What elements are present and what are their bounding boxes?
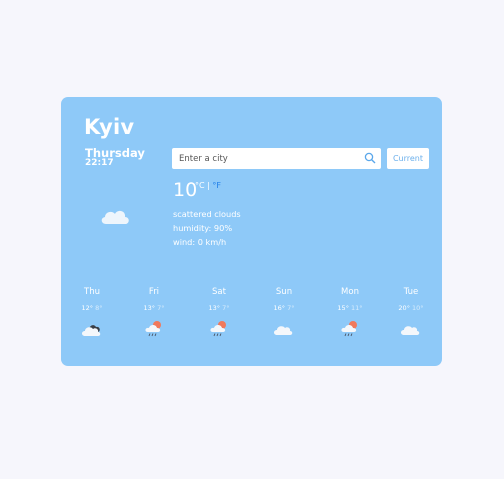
cloud-icon bbox=[274, 326, 293, 335]
forecast-day: Mon 15° 11° bbox=[325, 287, 375, 338]
forecast-max: 15° bbox=[337, 304, 349, 312]
wind-text: wind: 0 km/h bbox=[173, 237, 227, 247]
city-search-input[interactable] bbox=[172, 148, 352, 169]
search-icon[interactable] bbox=[364, 152, 376, 164]
celsius-link[interactable]: °C bbox=[195, 181, 205, 190]
forecast-min: 10° bbox=[412, 304, 424, 312]
forecast-temps: 13° 7° bbox=[194, 304, 244, 312]
forecast-min: 8° bbox=[95, 304, 103, 312]
forecast-min: 7° bbox=[222, 304, 230, 312]
forecast-temps: 16° 7° bbox=[259, 304, 309, 312]
forecast-max: 16° bbox=[273, 304, 286, 312]
current-time: 22:17 bbox=[85, 158, 114, 168]
forecast-max: 13° bbox=[208, 304, 221, 312]
forecast-max: 12° bbox=[81, 304, 94, 312]
forecast-temps: 12° 8° bbox=[67, 304, 117, 312]
weather-details: scattered clouds humidity: 90% wind: 0 k… bbox=[173, 207, 241, 249]
forecast-day: Sat 13° 7° bbox=[194, 287, 244, 338]
cloud-icon bbox=[401, 326, 420, 335]
forecast-day: Fri 13° 7° bbox=[129, 287, 179, 338]
forecast-temps: 13° 7° bbox=[129, 304, 179, 312]
cloud-icon bbox=[101, 210, 129, 224]
forecast-day-name: Sat bbox=[212, 287, 226, 297]
forecast-day: Tue 20° 10° bbox=[386, 287, 436, 338]
fahrenheit-link[interactable]: °F bbox=[212, 181, 221, 190]
forecast-day: Sun 16° 7° bbox=[259, 287, 309, 338]
current-temperature: 10 bbox=[173, 179, 198, 201]
forecast-min: 11° bbox=[351, 304, 363, 312]
weather-description: scattered clouds bbox=[173, 209, 241, 219]
forecast-temps: 20° 10° bbox=[386, 304, 436, 312]
forecast-min: 7° bbox=[157, 304, 165, 312]
sun-rain-cloud-icon bbox=[145, 321, 161, 337]
forecast-day-name: Thu bbox=[84, 287, 100, 297]
forecast-max: 20° bbox=[398, 304, 410, 312]
forecast-day-name: Sun bbox=[275, 287, 293, 297]
weather-card: Kyiv Thursday 22:17 Current 10 °C | °F s… bbox=[61, 97, 442, 366]
humidity-text: humidity: 90% bbox=[173, 223, 233, 233]
city-search-box bbox=[172, 148, 381, 169]
forecast-max: 13° bbox=[143, 304, 156, 312]
unit-toggle: °C | °F bbox=[195, 181, 221, 190]
forecast-temps: 15° 11° bbox=[325, 304, 375, 312]
city-name: Kyiv bbox=[84, 115, 135, 139]
night-cloud-icon bbox=[82, 325, 101, 336]
unit-separator: | bbox=[207, 181, 210, 190]
forecast-day-name: Mon bbox=[341, 287, 359, 297]
forecast-day: Thu 12° 8° bbox=[67, 287, 117, 338]
current-location-button[interactable]: Current bbox=[387, 148, 429, 169]
sun-rain-cloud-icon bbox=[341, 321, 357, 337]
sun-rain-cloud-icon bbox=[210, 321, 226, 337]
forecast-day-name: Fri bbox=[148, 287, 160, 297]
forecast-day-name: Tue bbox=[403, 287, 419, 297]
forecast-min: 7° bbox=[287, 304, 295, 312]
